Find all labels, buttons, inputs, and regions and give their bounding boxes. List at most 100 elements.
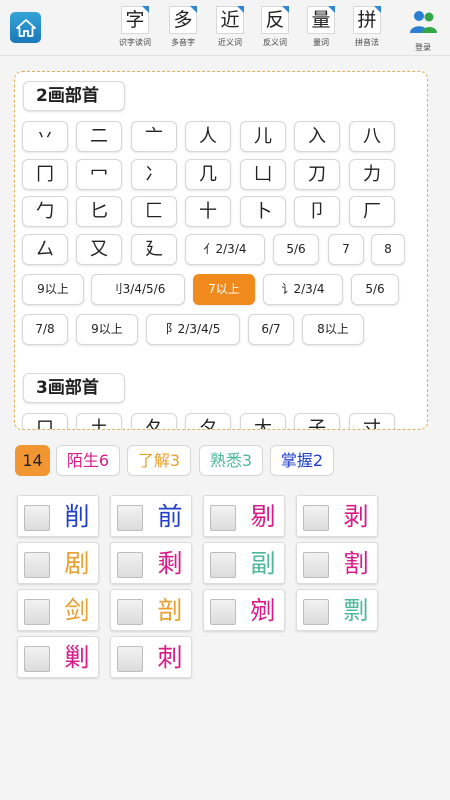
radical-button[interactable]: 厂 bbox=[349, 196, 395, 227]
tool-pinyin[interactable]: 拼 拼音法 bbox=[345, 4, 389, 54]
radical-variant-button[interactable]: 阝2/3/4/5 bbox=[146, 314, 240, 345]
radical-button[interactable]: 冂 bbox=[22, 159, 68, 190]
radical-button[interactable]: 夕 bbox=[185, 413, 231, 429]
radical-button[interactable]: 子 bbox=[294, 413, 340, 429]
section-title-3-strokes: 3画部首 bbox=[23, 373, 125, 403]
radical-variant-button[interactable]: 7/8 bbox=[22, 314, 68, 345]
radical-variant-button[interactable]: 5/6 bbox=[273, 234, 319, 265]
checkbox[interactable] bbox=[24, 505, 50, 531]
checkbox[interactable] bbox=[210, 505, 236, 531]
radical-button[interactable]: 冖 bbox=[76, 159, 122, 190]
character-text: 割 bbox=[343, 549, 369, 578]
filter-stranger-tab[interactable]: 陌生6 bbox=[56, 445, 120, 476]
radical-button[interactable]: 厶 bbox=[22, 234, 68, 265]
filter-master-tab[interactable]: 掌握2 bbox=[270, 445, 334, 476]
character-card[interactable]: 副 bbox=[203, 542, 285, 584]
character-card[interactable]: 割 bbox=[296, 542, 378, 584]
radical-variant-button[interactable]: 讠2/3/4 bbox=[263, 274, 343, 305]
pinyin-glyph-icon: 拼 bbox=[353, 6, 381, 34]
radical-button[interactable]: 廴 bbox=[131, 234, 177, 265]
radical-button[interactable]: 入 bbox=[294, 121, 340, 152]
radical-variant-button[interactable]: 8以上 bbox=[302, 314, 364, 345]
checkbox[interactable] bbox=[303, 599, 329, 625]
filter-understand-tab[interactable]: 了解3 bbox=[127, 445, 191, 476]
tool-synonym[interactable]: 近 近义词 bbox=[208, 4, 252, 54]
radical-button[interactable]: 凵 bbox=[240, 159, 286, 190]
radical-button[interactable]: 八 bbox=[349, 121, 395, 152]
radical-button[interactable]: 十 bbox=[185, 196, 231, 227]
radical-variant-button[interactable]: 9以上 bbox=[22, 274, 84, 305]
character-card[interactable]: 削 bbox=[17, 495, 99, 537]
literacy-glyph-icon: 字 bbox=[121, 6, 149, 34]
checkbox[interactable] bbox=[24, 552, 50, 578]
login-button[interactable]: 登录 bbox=[408, 8, 438, 53]
radical-button[interactable]: 卩 bbox=[294, 196, 340, 227]
character-card[interactable]: 剽 bbox=[296, 589, 378, 631]
radical-panel[interactable]: 2画部首 丷 二 亠 人 儿 入 八 冂 冖 冫 几 凵 刀 力 勹 匕 匚 十… bbox=[14, 71, 428, 430]
radical-button[interactable]: 力 bbox=[349, 159, 395, 190]
total-count-badge[interactable]: 14 bbox=[15, 445, 50, 476]
checkbox[interactable] bbox=[303, 552, 329, 578]
radical-button[interactable]: 匚 bbox=[131, 196, 177, 227]
checkbox[interactable] bbox=[24, 646, 50, 672]
checkbox[interactable] bbox=[117, 599, 143, 625]
character-card[interactable]: 剿 bbox=[17, 636, 99, 678]
checkbox[interactable] bbox=[303, 505, 329, 531]
radical-button[interactable]: 儿 bbox=[240, 121, 286, 152]
radical-variant-button[interactable]: 6/7 bbox=[248, 314, 294, 345]
radical-button[interactable]: 冫 bbox=[131, 159, 177, 190]
character-text: 剩 bbox=[157, 549, 183, 578]
radical-button[interactable]: 人 bbox=[185, 121, 231, 152]
character-text: 剥 bbox=[343, 502, 369, 531]
radical-variant-button[interactable]: 7 bbox=[328, 234, 364, 265]
radical-button[interactable]: 卜 bbox=[240, 196, 286, 227]
character-card[interactable]: 刺 bbox=[110, 636, 192, 678]
checkbox[interactable] bbox=[210, 552, 236, 578]
radical-variant-button[interactable]: 亻2/3/4 bbox=[185, 234, 265, 265]
tool-literacy[interactable]: 字 识字读词 bbox=[113, 4, 157, 54]
character-card[interactable]: 前 bbox=[110, 495, 192, 537]
character-card[interactable]: 剑 bbox=[17, 589, 99, 631]
character-card[interactable]: 剔 bbox=[203, 495, 285, 537]
radical-variant-button[interactable]: 8 bbox=[371, 234, 405, 265]
antonym-glyph-icon: 反 bbox=[261, 6, 289, 34]
character-card[interactable]: 剧 bbox=[17, 542, 99, 584]
checkbox[interactable] bbox=[117, 646, 143, 672]
radical-button[interactable]: 勹 bbox=[22, 196, 68, 227]
radical-button[interactable]: 二 bbox=[76, 121, 122, 152]
tool-measure-word-label: 量词 bbox=[313, 38, 329, 47]
character-text: 剿 bbox=[64, 643, 90, 672]
radical-button[interactable]: 土 bbox=[76, 413, 122, 429]
checkbox[interactable] bbox=[24, 599, 50, 625]
radical-variant-button-active[interactable]: 7以上 bbox=[193, 274, 255, 305]
radical-variant-button[interactable]: 9以上 bbox=[76, 314, 138, 345]
radical-button[interactable]: 寸 bbox=[349, 413, 395, 429]
radical-button[interactable]: 又 bbox=[76, 234, 122, 265]
character-card[interactable]: 剖 bbox=[110, 589, 192, 631]
section-title-2-strokes: 2画部首 bbox=[23, 81, 125, 111]
character-card[interactable]: 剜 bbox=[203, 589, 285, 631]
checkbox[interactable] bbox=[117, 552, 143, 578]
radical-button[interactable]: 亠 bbox=[131, 121, 177, 152]
radical-button[interactable]: 丷 bbox=[22, 121, 68, 152]
character-text: 削 bbox=[64, 502, 90, 531]
radical-button[interactable]: 刀 bbox=[294, 159, 340, 190]
home-icon[interactable] bbox=[10, 12, 41, 43]
character-text: 剑 bbox=[64, 596, 90, 625]
tool-measure-word[interactable]: 量 量词 bbox=[299, 4, 343, 54]
radical-button[interactable]: 几 bbox=[185, 159, 231, 190]
checkbox[interactable] bbox=[117, 505, 143, 531]
filter-familiar-tab[interactable]: 熟悉3 bbox=[199, 445, 263, 476]
tool-literacy-label: 识字读词 bbox=[119, 38, 151, 47]
checkbox[interactable] bbox=[210, 599, 236, 625]
tool-polyphone[interactable]: 多 多音字 bbox=[161, 4, 205, 54]
tool-antonym[interactable]: 反 反义词 bbox=[253, 4, 297, 54]
radical-variant-button[interactable]: 刂3/4/5/6 bbox=[91, 274, 185, 305]
radical-variant-button[interactable]: 5/6 bbox=[351, 274, 399, 305]
radical-button[interactable]: 夂 bbox=[131, 413, 177, 429]
radical-button[interactable]: 大 bbox=[240, 413, 286, 429]
radical-button[interactable]: 口 bbox=[22, 413, 68, 429]
character-card[interactable]: 剥 bbox=[296, 495, 378, 537]
character-card[interactable]: 剩 bbox=[110, 542, 192, 584]
radical-button[interactable]: 匕 bbox=[76, 196, 122, 227]
